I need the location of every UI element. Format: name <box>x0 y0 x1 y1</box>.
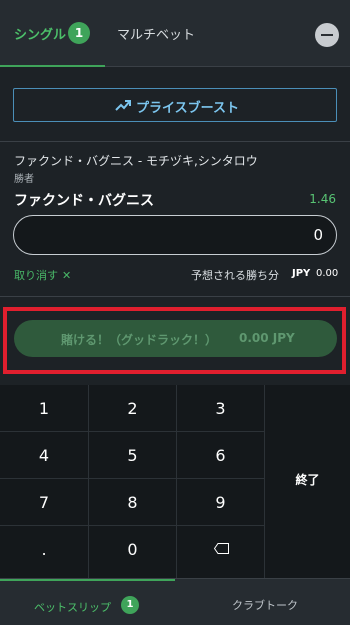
place-bet-button[interactable]: 賭ける！（グッドラック！） 0.00 JPY <box>14 320 337 357</box>
nav-betslip[interactable]: ベットスリップ 1 <box>0 579 175 625</box>
tab-single[interactable]: シングル 1 <box>0 0 105 67</box>
selection-odds: 1.46 <box>309 192 336 206</box>
key-7[interactable]: 7 <box>0 479 89 526</box>
key-0[interactable]: 0 <box>89 526 177 578</box>
selection-name: ファクンド・バグニス <box>14 193 154 209</box>
place-bet-label: 賭ける！（グッドラック！） <box>61 333 218 347</box>
winnings-currency: JPY <box>292 268 311 279</box>
key-9[interactable]: 9 <box>177 479 265 526</box>
winnings-value: 0.00 <box>316 268 339 279</box>
key-2[interactable]: 2 <box>89 385 177 432</box>
bottom-nav: ベットスリップ 1 クラブトーク <box>0 578 350 625</box>
key-8[interactable]: 8 <box>89 479 177 526</box>
price-boost-button[interactable]: プライスブースト <box>13 88 337 122</box>
collapse-minus-icon[interactable] <box>315 23 339 47</box>
tab-single-label: シングル <box>14 28 67 43</box>
key-3[interactable]: 3 <box>177 385 265 432</box>
remove-selection-link[interactable]: 取り消す ✕ <box>14 267 71 283</box>
done-button[interactable]: 終了 <box>265 385 350 578</box>
divider <box>0 296 350 297</box>
betslip-header: シングル 1 マルチベット <box>0 0 350 67</box>
divider <box>0 141 350 142</box>
place-bet-amount: 0.00 JPY <box>239 331 295 345</box>
market-name: 勝者 <box>14 174 34 185</box>
tab-multibet[interactable]: マルチベット <box>117 24 195 43</box>
key-decimal[interactable]: . <box>0 526 89 578</box>
key-4[interactable]: 4 <box>0 432 89 479</box>
nav-betslip-count-badge: 1 <box>121 596 139 614</box>
nav-betslip-label: ベットスリップ <box>34 601 111 614</box>
key-6[interactable]: 6 <box>177 432 265 479</box>
backspace-icon <box>214 543 229 554</box>
potential-winnings-label: 予想される勝ち分 <box>191 269 279 282</box>
trending-up-icon <box>115 100 131 111</box>
nav-club-talk[interactable]: クラブトーク <box>232 597 298 613</box>
key-1[interactable]: 1 <box>0 385 89 432</box>
close-icon: ✕ <box>62 269 72 282</box>
key-5[interactable]: 5 <box>89 432 177 479</box>
match-title: ファクンド・バグニス - モチヅキ,シンタロウ <box>14 154 258 168</box>
key-backspace[interactable] <box>177 526 265 578</box>
stake-input[interactable]: 0 <box>13 215 337 255</box>
price-boost-label: プライスブースト <box>136 101 239 116</box>
stake-value: 0 <box>313 226 323 244</box>
done-label: 終了 <box>295 473 320 487</box>
numeric-keypad: 1 2 3 4 5 6 7 8 9 . 0 終了 <box>0 385 350 578</box>
remove-label: 取り消す <box>14 269 58 282</box>
tab-single-count-badge: 1 <box>68 22 90 44</box>
